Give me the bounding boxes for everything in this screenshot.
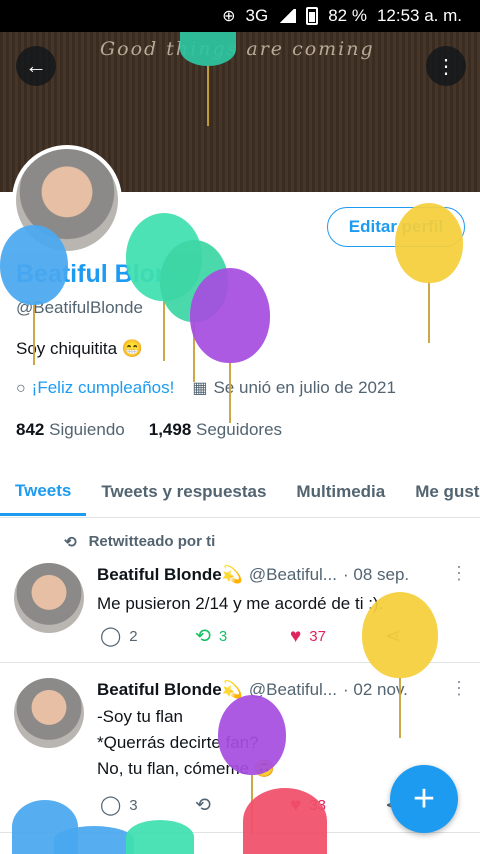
reply-button[interactable]: ◯ 2: [100, 625, 195, 648]
balloon-icon: [395, 203, 463, 343]
bio: Soy chiquitita 😁: [16, 339, 144, 358]
follow-stats: 842 Siguiendo 1,498 Seguidores: [16, 420, 282, 440]
more-button[interactable]: ⋮: [426, 46, 466, 86]
tab-tweets-replies[interactable]: Tweets y respuestas: [86, 468, 281, 516]
profile-tabs: Tweets Tweets y respuestas Multimedia Me…: [0, 468, 480, 518]
joined-item: ▦ Se unió en julio de 2021: [192, 378, 396, 398]
joined-text: Se unió en julio de 2021: [213, 378, 396, 397]
reply-count: 3: [129, 797, 138, 814]
battery-icon: [306, 7, 319, 25]
tweet-author-name: Beatiful Blonde💫: [97, 565, 243, 584]
profile-meta: ○ ¡Feliz cumpleaños! ▦ Se unió en julio de…: [16, 378, 396, 398]
battery-level: 82 %: [328, 6, 367, 25]
retweet-button[interactable]: ⟲ 3: [195, 625, 290, 648]
signal-icon: [278, 9, 297, 23]
tweet-text: Me pusieron 2/14 y me acordé de ti :).: [97, 594, 384, 613]
balloon-icon: [0, 225, 68, 365]
back-button[interactable]: ←: [16, 46, 56, 86]
reply-button[interactable]: ◯ 3: [100, 794, 195, 817]
balloon-icon: [54, 826, 134, 854]
balloon-icon: [243, 788, 327, 854]
balloon-icon: [218, 695, 286, 835]
balloon-icon: [126, 820, 194, 854]
retweet-icon: ⟲: [195, 626, 211, 647]
tweet-author-handle: @Beatiful...: [248, 565, 337, 584]
calendar-icon: ▦: [192, 380, 208, 397]
tweet-author-name: Beatiful Blonde💫: [97, 680, 243, 699]
retweet-icon: ⟲: [195, 795, 211, 816]
network-type: 3G: [245, 6, 269, 25]
reply-icon: ◯: [100, 626, 122, 647]
birthday-item: ○ ¡Feliz cumpleaños!: [16, 378, 174, 398]
reply-count: 2: [129, 628, 138, 645]
data-saver-icon: ⊕: [222, 8, 236, 25]
birthday-link[interactable]: ¡Feliz cumpleaños!: [32, 378, 175, 397]
tweet-more-icon[interactable]: ⋮: [450, 678, 468, 699]
tweet-avatar[interactable]: [14, 678, 84, 748]
balloon-icon: ○: [16, 380, 26, 397]
tweet-avatar[interactable]: [14, 563, 84, 633]
tweet-header: Beatiful Blonde💫 @Beatiful... · 08 sep.: [97, 565, 409, 585]
retweet-icon: ⟲: [64, 534, 77, 551]
retweet-count: 3: [218, 628, 228, 645]
heart-icon: ♥: [290, 625, 302, 647]
like-count: 37: [309, 628, 326, 645]
compose-tweet-button[interactable]: +: [390, 765, 458, 833]
tweet-date: · 08 sep.: [342, 565, 410, 584]
plus-icon: +: [412, 777, 436, 820]
clock: 12:53 a. m.: [376, 6, 462, 25]
back-arrow-icon: ←: [25, 53, 47, 78]
retweet-context: ⟲ Retwitteado por ti: [64, 533, 215, 551]
tab-likes[interactable]: Me gusta: [400, 468, 480, 516]
tab-media[interactable]: Multimedia: [281, 468, 400, 516]
reply-icon: ◯: [100, 795, 122, 816]
followers-link[interactable]: 1,498 Seguidores: [149, 420, 282, 440]
tweet-more-icon[interactable]: ⋮: [450, 563, 468, 584]
tab-tweets[interactable]: Tweets: [0, 468, 87, 516]
more-vert-icon: ⋮: [436, 55, 456, 78]
retweet-context-label: Retwitteado por ti: [88, 533, 216, 550]
balloon-icon: [362, 592, 438, 738]
banner-text: Good things are coming: [100, 38, 375, 60]
status-bar: ⊕ 3G 82 % 12:53 a. m.: [0, 0, 480, 32]
balloon-icon: [190, 268, 270, 423]
following-link[interactable]: 842 Siguiendo: [16, 420, 125, 440]
balloon-icon: [180, 32, 236, 126]
